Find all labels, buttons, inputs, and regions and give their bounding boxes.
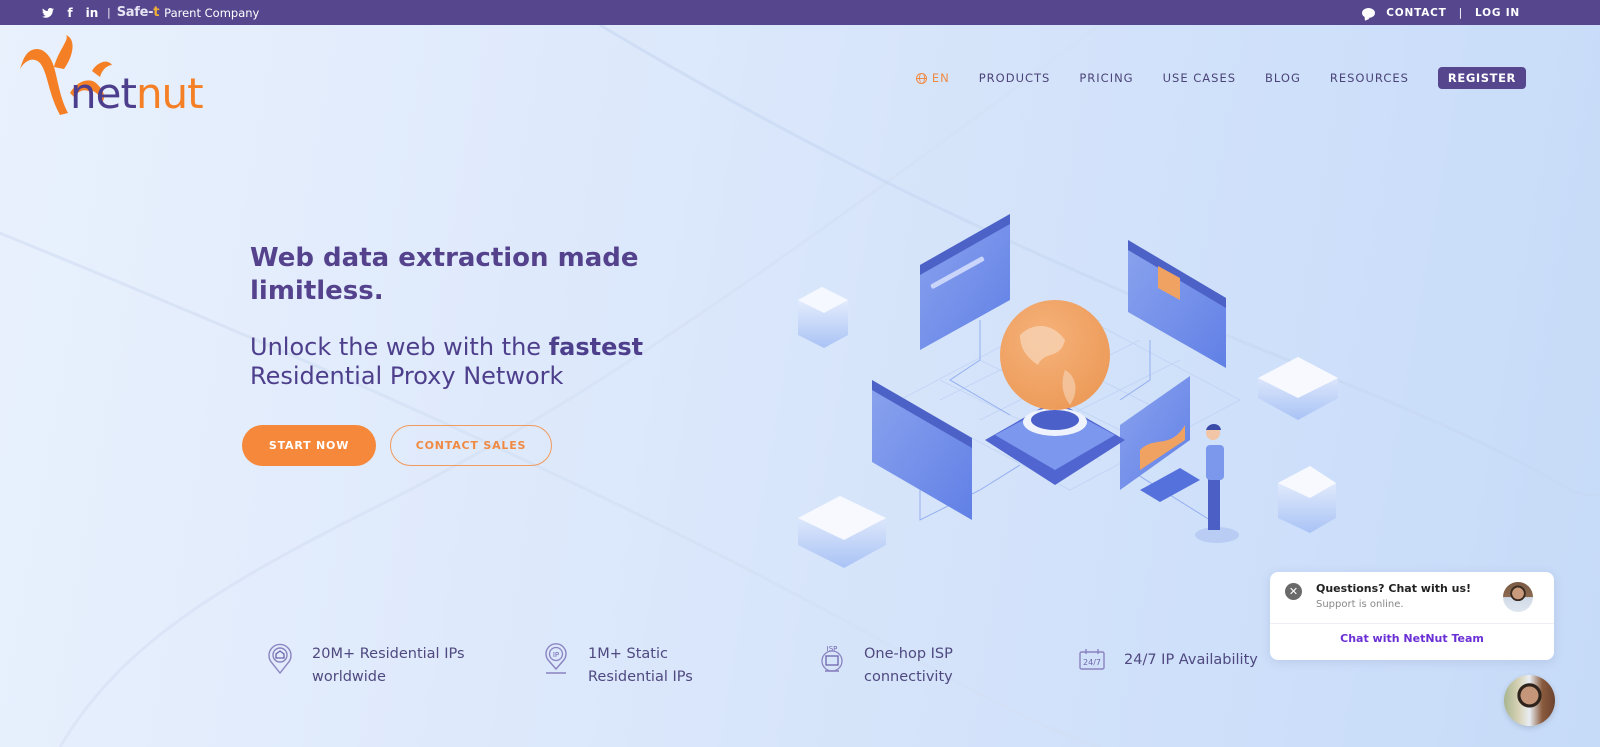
browser-window-top-left — [920, 214, 1010, 350]
hero-subtitle-emphasis: fastest — [548, 333, 644, 361]
chat-with-team-link[interactable]: Chat with NetNut Team — [1270, 632, 1554, 645]
safe-t-logo-text: Safe- — [116, 5, 154, 20]
chat-divider — [1270, 623, 1554, 624]
feature-isp-connectivity: ISP One-hop ISP connectivity — [818, 643, 1024, 689]
residential-location-icon — [268, 643, 292, 675]
close-icon[interactable]: ✕ — [1285, 583, 1302, 600]
chat-question: Questions? Chat with us! — [1316, 582, 1472, 595]
hero-title: Web data extraction made limitless. — [250, 243, 639, 306]
topbar-divider: | — [1458, 6, 1463, 19]
logo-net: net — [70, 69, 137, 118]
nav-blog[interactable]: BLOG — [1265, 71, 1301, 85]
register-button[interactable]: REGISTER — [1437, 67, 1526, 89]
nav-pricing[interactable]: PRICING — [1079, 71, 1133, 85]
feature-text: 20M+ Residential IPs worldwide — [312, 646, 465, 685]
feature-text: One-hop ISP connectivity — [864, 646, 953, 685]
support-avatar — [1503, 582, 1533, 612]
hero-subtitle-start: Unlock the web with the — [250, 333, 549, 361]
chat-bubble-icon — [1362, 7, 1376, 18]
hero-subtitle-end: Residential Proxy Network — [250, 362, 564, 390]
nav-resources[interactable]: RESOURCES — [1330, 71, 1409, 85]
top-bar: f in | Safe-t Parent Company CONTACT | L… — [0, 0, 1600, 25]
feature-text: 1M+ Static Residential IPs — [588, 646, 693, 685]
feature-availability: 24/7 24/7 IP Availability — [1078, 643, 1258, 675]
feature-residential-ips: 20M+ Residential IPs worldwide — [266, 643, 472, 689]
logo-wordmark: netnut — [70, 73, 204, 115]
svg-text:IP: IP — [553, 651, 559, 659]
window-bottom-left — [872, 380, 972, 520]
person-figure — [1195, 424, 1239, 543]
contact-sales-button[interactable]: CONTACT SALES — [390, 425, 552, 466]
twitter-icon[interactable] — [37, 0, 59, 25]
logo-nut: nut — [135, 69, 204, 118]
hero-illustration — [798, 214, 1338, 568]
nav-use-cases[interactable]: USE CASES — [1163, 71, 1236, 85]
linkedin-icon[interactable]: in — [81, 0, 103, 25]
main-nav: EN PRODUCTS PRICING USE CASES BLOG RESOU… — [915, 67, 1526, 89]
netnut-logo[interactable]: netnut — [18, 33, 213, 121]
start-now-button[interactable]: START NOW — [242, 425, 376, 466]
facebook-icon[interactable]: f — [59, 0, 81, 25]
nav-products[interactable]: PRODUCTS — [979, 71, 1051, 85]
chat-launcher-avatar[interactable] — [1504, 675, 1555, 726]
globe-icon — [915, 72, 927, 84]
safe-t-logo-mark: t — [153, 5, 160, 20]
isp-monitor-icon: ISP — [821, 645, 843, 672]
parent-company-label: Parent Company — [164, 5, 260, 20]
chat-popup: ✕ Questions? Chat with us! Support is on… — [1270, 572, 1554, 660]
globe-icon — [1000, 300, 1110, 410]
language-label: EN — [931, 71, 950, 85]
feature-text: 24/7 IP Availability — [1124, 652, 1258, 668]
ip-location-icon: IP — [545, 643, 567, 674]
topbar-separator: | — [107, 6, 111, 19]
chat-status: Support is online. — [1316, 599, 1404, 610]
svg-text:24/7: 24/7 — [1083, 658, 1101, 667]
hero-subtitle: Unlock the web with the fastest Resident… — [250, 333, 680, 391]
contact-link[interactable]: CONTACT — [1386, 7, 1446, 19]
feature-static-ips: IP 1M+ Static Residential IPs — [542, 643, 748, 689]
language-selector[interactable]: EN — [915, 71, 950, 85]
safe-t-logo[interactable]: Safe-t — [116, 5, 160, 20]
chart-window-bottom-right — [1120, 376, 1200, 502]
login-link[interactable]: LOG IN — [1475, 7, 1520, 19]
calendar-247-icon: 24/7 — [1079, 649, 1105, 670]
